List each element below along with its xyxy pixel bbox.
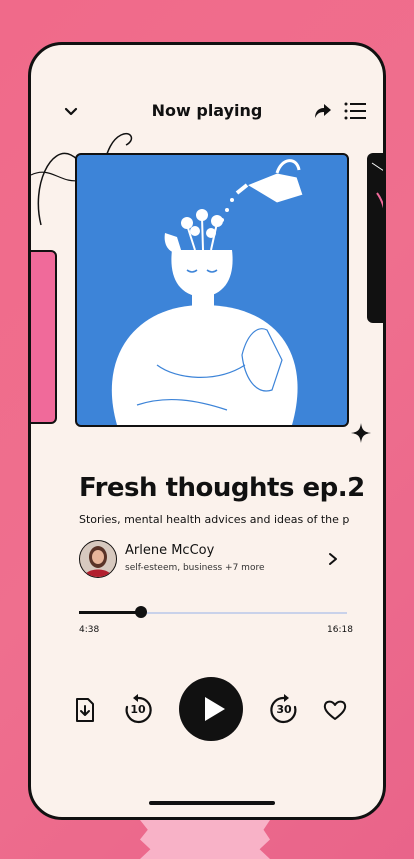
progress-slider[interactable] [79, 606, 347, 618]
progress-handle[interactable] [134, 606, 147, 618]
author-tags: self-esteem, business +7 more [125, 563, 265, 573]
episode-artwork [75, 153, 349, 427]
header: Now playing [31, 95, 383, 131]
home-indicator [149, 801, 275, 805]
episode-title: Fresh thoughts ep.2 [79, 473, 365, 503]
forward-button[interactable]: 30 [269, 693, 299, 725]
total-time: 16:18 [327, 625, 353, 635]
avatar[interactable] [79, 540, 117, 578]
next-episode-card[interactable] [367, 153, 383, 323]
sparkle-icon [351, 423, 371, 443]
play-button[interactable] [179, 677, 243, 741]
download-icon[interactable] [73, 697, 97, 723]
chevron-right-icon[interactable] [325, 551, 341, 567]
author-name[interactable]: Arlene McCoy [125, 543, 214, 558]
bottom-decoration [140, 820, 270, 859]
rewind-label: 10 [130, 703, 146, 716]
current-time: 4:38 [79, 625, 100, 635]
play-icon [205, 697, 225, 721]
next-artwork [371, 162, 383, 209]
avatar-image [80, 541, 116, 577]
episode-description: Stories, mental health advices and ideas… [79, 513, 349, 526]
artwork-illustration [111, 159, 304, 425]
forward-label: 30 [276, 703, 292, 716]
previous-episode-card[interactable] [31, 250, 57, 424]
heart-icon[interactable] [323, 699, 347, 721]
phone-screen: Now playing Fresh thoughts ep.2 Stories,… [28, 42, 386, 820]
rewind-button[interactable]: 10 [123, 693, 153, 725]
share-icon[interactable] [311, 99, 335, 123]
queue-list-icon[interactable] [343, 101, 367, 121]
progress-fill [79, 611, 141, 614]
